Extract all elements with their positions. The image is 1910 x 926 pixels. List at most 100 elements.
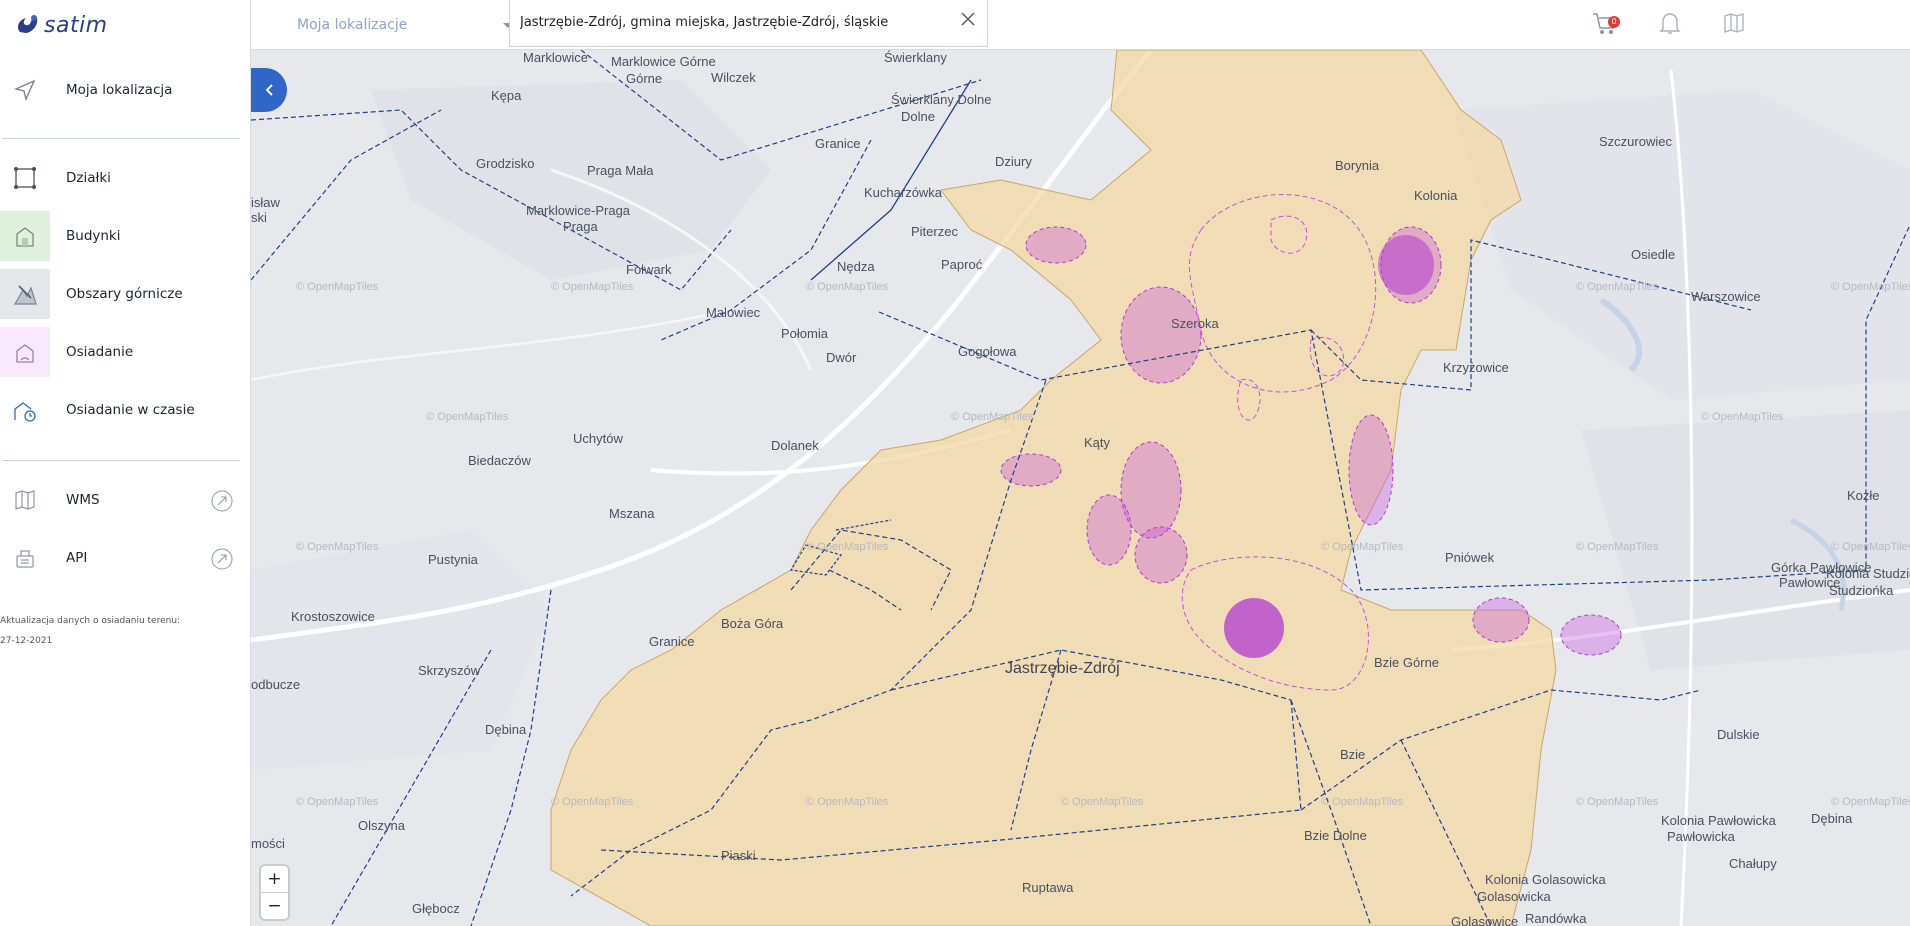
svg-text:© OpenMapTiles: © OpenMapTiles — [1831, 796, 1910, 808]
svg-text:Pawłowicka: Pawłowicka — [1667, 829, 1736, 844]
parcel-icon — [0, 153, 50, 203]
place-label: Golasowice — [1451, 914, 1518, 926]
layer-item-obszary-gornicze[interactable]: Obszary górnicze — [0, 269, 251, 319]
layer-label: Działki — [66, 170, 111, 186]
svg-text:Praga: Praga — [563, 219, 598, 234]
place-label: Szczurowiec — [1599, 134, 1672, 149]
place-label: Kolonia Golasowicka — [1485, 872, 1606, 887]
place-label: Kucharzówka — [864, 185, 943, 200]
location-select[interactable]: Moja lokalizacje — [297, 14, 513, 36]
building-icon — [0, 211, 50, 261]
cart-button[interactable]: 0 — [1591, 10, 1621, 40]
place-label: Borynia — [1335, 158, 1380, 173]
zoom-out-button[interactable]: − — [261, 893, 288, 919]
place-label: Gogołowa — [958, 344, 1017, 359]
place-label: Krostoszowice — [291, 609, 375, 624]
place-label: Świerklany Dolne — [891, 92, 991, 107]
map-icon — [1724, 13, 1744, 33]
external-link-icon[interactable] — [211, 548, 233, 570]
place-label: Kąty — [1084, 435, 1111, 450]
place-label: Dziury — [995, 154, 1032, 169]
layer-item-osiadanie[interactable]: Osiadanie — [0, 327, 251, 377]
place-label: isław — [251, 195, 281, 210]
place-label: Malowiec — [706, 305, 761, 320]
place-label: Kępa — [491, 88, 522, 103]
sidebar-divider — [2, 460, 240, 461]
svg-text:Dolne: Dolne — [901, 109, 935, 124]
zoom-in-button[interactable]: + — [261, 866, 288, 893]
layer-label: Osiadanie w czasie — [66, 402, 195, 418]
service-label: WMS — [66, 492, 100, 508]
service-label: API — [66, 550, 88, 566]
map-canvas[interactable]: © OpenMapTiles © OpenMapTiles © OpenMapT… — [251, 50, 1910, 926]
place-label: Bzie Górne — [1374, 655, 1439, 670]
my-location-label: Moja lokalizacja — [66, 82, 173, 98]
map-button[interactable] — [1721, 10, 1747, 40]
layer-item-budynki[interactable]: Budynki — [0, 211, 251, 261]
close-icon[interactable] — [959, 10, 977, 28]
svg-text:© OpenMapTiles: © OpenMapTiles — [1321, 541, 1404, 553]
location-select-value: Moja lokalizacje — [297, 17, 408, 33]
sidebar: satim Moja lokalizacja Działki Budynki O… — [0, 0, 251, 926]
place-label: Bzie Dolne — [1304, 828, 1367, 843]
place-label: Piterzec — [911, 224, 958, 239]
subsidence-time-icon — [0, 385, 50, 435]
map-view[interactable]: © OpenMapTiles © OpenMapTiles © OpenMapT… — [251, 50, 1910, 926]
layer-item-dzialki[interactable]: Działki — [0, 153, 251, 203]
place-label: Marklowice-Praga — [526, 203, 631, 218]
svg-text:© OpenMapTiles: © OpenMapTiles — [951, 411, 1034, 423]
place-label: Granice — [649, 634, 695, 649]
notifications-button[interactable] — [1657, 10, 1683, 40]
my-location-item[interactable]: Moja lokalizacja — [0, 65, 251, 115]
service-item-wms[interactable]: WMS — [0, 475, 251, 525]
place-label: Dębina — [485, 722, 527, 737]
place-label: Kozłe — [1847, 488, 1880, 503]
chevron-left-icon — [265, 84, 273, 96]
svg-text:© OpenMapTiles: © OpenMapTiles — [806, 796, 889, 808]
svg-text:© OpenMapTiles: © OpenMapTiles — [296, 281, 379, 293]
svg-text:© OpenMapTiles: © OpenMapTiles — [426, 411, 509, 423]
layer-item-osiadanie-w-czasie[interactable]: Osiadanie w czasie — [0, 385, 251, 435]
place-label: Ruptawa — [1022, 880, 1074, 895]
update-date: 27-12-2021 — [0, 636, 53, 646]
main-city-label: Jastrzębie-Zdrój — [1005, 660, 1120, 677]
place-label: Głębocz — [412, 901, 460, 916]
svg-text:© OpenMapTiles: © OpenMapTiles — [806, 541, 889, 553]
place-label: Kolonia Studziońka — [1826, 566, 1910, 581]
place-label: Chałupy — [1729, 856, 1777, 871]
place-label: Biedaczów — [468, 453, 531, 468]
place-label: Marklowice — [523, 50, 588, 65]
wms-icon — [0, 475, 50, 525]
external-link-icon[interactable] — [211, 490, 233, 512]
svg-text:© OpenMapTiles: © OpenMapTiles — [296, 541, 379, 553]
place-label: Dulskie — [1717, 727, 1760, 742]
subsidence-hotspot — [1378, 235, 1434, 295]
service-item-api[interactable]: API — [0, 533, 251, 583]
place-label: Folwark — [626, 262, 672, 277]
layer-label: Obszary górnicze — [66, 286, 183, 302]
place-label: Pniówek — [1445, 550, 1495, 565]
subsidence-icon — [0, 327, 50, 377]
place-label: mości — [251, 836, 285, 851]
svg-text:© OpenMapTiles: © OpenMapTiles — [1831, 281, 1910, 293]
search-input[interactable] — [518, 14, 942, 31]
place-label: Wilczek — [711, 70, 756, 85]
sidebar-divider — [2, 138, 240, 139]
mining-icon — [0, 269, 50, 319]
satim-logo[interactable]: satim — [14, 10, 108, 40]
place-label: Bzie — [1340, 747, 1365, 762]
place-label: Połomia — [781, 326, 829, 341]
svg-text:© OpenMapTiles: © OpenMapTiles — [806, 281, 889, 293]
svg-text:© OpenMapTiles: © OpenMapTiles — [1701, 411, 1784, 423]
svg-text:Górne: Górne — [626, 71, 662, 86]
place-label: Piaski — [721, 848, 756, 863]
place-label: Uchytów — [573, 431, 623, 446]
zoom-controls: + − — [261, 866, 288, 919]
place-label: Dwór — [826, 350, 857, 365]
svg-text:© OpenMapTiles: © OpenMapTiles — [1321, 796, 1404, 808]
top-bar: Moja lokalizacje 0 — [251, 0, 1910, 50]
place-label: Dębina — [1811, 811, 1853, 826]
subsidence-hotspot — [1224, 598, 1284, 658]
svg-text:© OpenMapTiles: © OpenMapTiles — [1576, 281, 1659, 293]
place-label: Warszowice — [1691, 289, 1761, 304]
